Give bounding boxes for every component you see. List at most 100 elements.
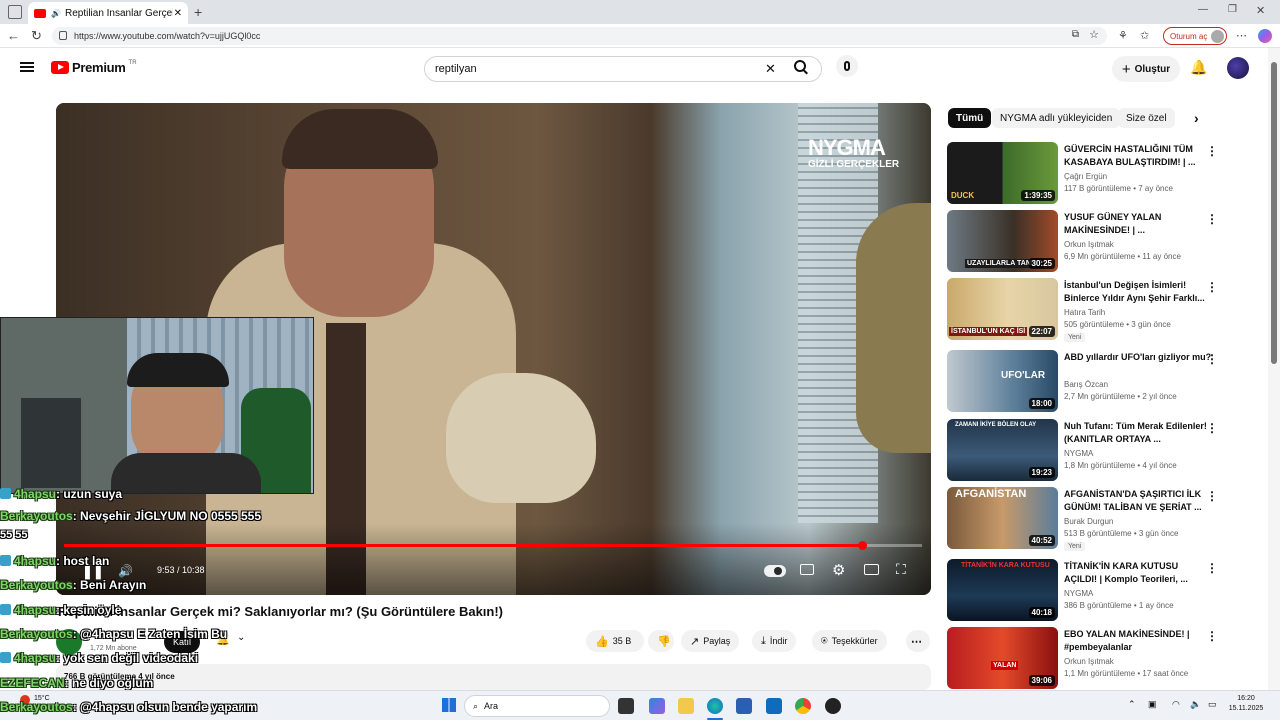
audio-playing-icon[interactable]: 🔊 [51, 9, 61, 18]
chip-uploader[interactable]: NYGMA adlı yükleyiciden [992, 108, 1121, 128]
recommendation-title[interactable]: TİTANİK'İN KARA KUTUSU AÇILDI! | Komplo … [1064, 560, 1212, 586]
recommendation-title[interactable]: ABD yıllardır UFO'ları gizliyor mu? [1064, 351, 1212, 364]
more-actions-icon[interactable]: ⋮ [1206, 280, 1218, 294]
chrome-icon[interactable] [795, 698, 811, 714]
recommendation-item[interactable]: UFO'LAR 18:00 ABD yıllardır UFO'ları giz… [947, 350, 1222, 414]
description-box[interactable]: 766 B görüntüleme 4 yıl önce [56, 664, 931, 690]
page-scrollbar[interactable] [1268, 48, 1280, 690]
fullscreen-icon[interactable]: ⛶ [896, 561, 906, 578]
more-actions-icon[interactable]: ⋮ [1206, 421, 1218, 435]
more-actions-icon[interactable]: ⋮ [1206, 212, 1218, 226]
recommendation-title[interactable]: EBO YALAN MAKİNESİNDE! | #pembeyalanlar [1064, 628, 1212, 654]
voice-search-icon[interactable] [836, 55, 858, 77]
recommendation-thumbnail[interactable]: UZAYLILARLA TANIŞT 30:25 [947, 210, 1058, 272]
more-actions-icon[interactable]: ⋮ [1206, 629, 1218, 643]
bookmark-star-icon[interactable]: ☆ [1089, 28, 1099, 41]
recommendation-title[interactable]: GÜVERCİN HASTALIĞINI TÜM KASABAYA BULAŞT… [1064, 143, 1212, 169]
obs-icon[interactable] [825, 698, 841, 714]
wifi-icon[interactable]: ◠ [1172, 699, 1180, 710]
app-install-icon[interactable]: ⧉ [1072, 29, 1079, 40]
recommendation-channel[interactable]: NYGMA [1064, 449, 1093, 458]
recommendation-title[interactable]: AFGANİSTAN'DA ŞAŞIRTICI İLK GÜNÜM! TALİB… [1064, 488, 1212, 514]
store-icon[interactable] [736, 698, 752, 714]
recommendation-item[interactable]: AFGANİSTAN 40:52 AFGANİSTAN'DA ŞAŞIRTICI… [947, 487, 1222, 551]
recommendation-title[interactable]: İstanbul'un Değişen İsimleri! Binlerce Y… [1064, 279, 1212, 305]
copilot-icon[interactable] [1258, 29, 1272, 43]
chip-for-you[interactable]: Size özel [1118, 108, 1175, 128]
autoplay-toggle[interactable] [764, 565, 786, 577]
clear-search-icon[interactable]: ✕ [765, 61, 776, 77]
recommendation-thumbnail[interactable]: İSTANBUL'UN KAÇ İSİ 22:07 [947, 278, 1058, 340]
site-info-icon[interactable] [59, 31, 67, 40]
more-actions-icon[interactable]: ⋮ [1206, 144, 1218, 158]
theater-mode-icon[interactable] [864, 564, 879, 575]
task-view-icon[interactable] [618, 698, 634, 714]
recommendation-thumbnail[interactable]: UFO'LAR 18:00 [947, 350, 1058, 412]
recommendation-thumbnail[interactable]: TİTANİK'İN KARA KUTUSU 40:18 [947, 559, 1058, 621]
start-windows-icon[interactable] [442, 698, 456, 712]
recommendation-title[interactable]: Nuh Tufanı: Tüm Merak Edilenler! (KANITL… [1064, 420, 1212, 446]
recommendation-item[interactable]: YALAN 39:06 EBO YALAN MAKİNESİNDE! | #pe… [947, 627, 1222, 691]
taskbar-search[interactable]: ⌕ Ara [464, 695, 610, 717]
recommendation-channel[interactable]: Orkun Işıtmak [1064, 657, 1114, 666]
subtitles-icon[interactable] [800, 564, 814, 575]
recommendation-thumbnail[interactable]: YALAN 39:06 [947, 627, 1058, 689]
recommendation-channel[interactable]: Orkun Işıtmak [1064, 240, 1114, 249]
progress-bar[interactable] [64, 541, 922, 550]
more-menu-icon[interactable]: ⋯ [1236, 29, 1247, 42]
progress-scrubber[interactable] [857, 541, 867, 550]
recommendation-channel[interactable]: Çağrı Ergün [1064, 172, 1107, 181]
recommendation-thumbnail[interactable]: AFGANİSTAN 40:52 [947, 487, 1058, 549]
recommendation-channel[interactable]: Burak Durgun [1064, 517, 1113, 526]
refresh-icon[interactable]: ↻ [31, 28, 42, 44]
minimize-icon[interactable]: — [1198, 4, 1208, 15]
create-button[interactable]: + Oluştur [1112, 56, 1180, 82]
recommendation-channel[interactable]: Barış Özcan [1064, 380, 1108, 389]
more-video-actions-button[interactable]: ⋯ [906, 630, 930, 652]
youtube-logo[interactable]: Premium TR [51, 60, 137, 75]
volume-icon[interactable]: 🔊 [118, 564, 133, 578]
mail-icon[interactable] [766, 698, 782, 714]
search-input[interactable]: reptilyan ✕ [424, 56, 822, 82]
recommendation-item[interactable]: İSTANBUL'UN KAÇ İSİ 22:07 İstanbul'un De… [947, 278, 1222, 342]
recommendation-channel[interactable]: NYGMA [1064, 589, 1093, 598]
more-actions-icon[interactable]: ⋮ [1206, 352, 1218, 366]
more-actions-icon[interactable]: ⋮ [1206, 489, 1218, 503]
share-button[interactable]: ↗ Paylaş [681, 630, 740, 652]
widgets-icon[interactable] [649, 698, 665, 714]
file-explorer-icon[interactable] [678, 698, 694, 714]
extensions-icon[interactable]: ⚘ [1118, 29, 1128, 42]
recommendation-item[interactable]: UZAYLILARLA TANIŞT 30:25 YUSUF GÜNEY YAL… [947, 210, 1222, 274]
new-tab-button[interactable]: + [194, 4, 202, 20]
recommendation-title[interactable]: YUSUF GÜNEY YALAN MAKİNESİNDE! | ... [1064, 211, 1212, 237]
recommendation-channel[interactable]: Hatıra Tarih [1064, 308, 1105, 317]
hamburger-menu-icon[interactable] [20, 62, 34, 64]
tray-overflow-chevron-icon[interactable]: ⌃ [1128, 699, 1136, 710]
tray-app-icon[interactable]: ▣ [1148, 699, 1157, 710]
scrollbar-thumb[interactable] [1271, 62, 1277, 364]
account-avatar[interactable] [1227, 57, 1249, 79]
maximize-icon[interactable]: ❐ [1228, 4, 1237, 15]
tab-close-icon[interactable]: ✕ [174, 8, 182, 19]
thanks-button[interactable]: ⍟ Teşekkürler [812, 630, 887, 652]
recommendation-item[interactable]: ZAMANI İKİYE BÖLEN OLAY 19:23 Nuh Tufanı… [947, 419, 1222, 483]
battery-icon[interactable]: ▭ [1208, 699, 1217, 710]
address-field[interactable]: https://www.youtube.com/watch?v=ujjUGQl0… [52, 27, 1107, 45]
profile-sign-in-button[interactable]: Oturum aç [1163, 27, 1227, 45]
back-icon[interactable]: ← [7, 28, 20, 43]
window-close-icon[interactable]: ✕ [1256, 4, 1265, 17]
tab-actions-icon[interactable] [8, 5, 22, 19]
chip-all[interactable]: Tümü [948, 108, 992, 128]
more-actions-icon[interactable]: ⋮ [1206, 561, 1218, 575]
like-button[interactable]: 👍 35 B [586, 630, 644, 652]
download-button[interactable]: ⤓ İndir [752, 630, 797, 652]
dislike-button[interactable]: 👎 [648, 630, 674, 652]
notifications-bell-icon[interactable]: 🔔 [1190, 59, 1207, 76]
speaker-icon[interactable]: 🔈 [1190, 699, 1201, 710]
taskbar-clock[interactable]: 16:20 15.11.2025 [1224, 694, 1268, 714]
favorites-icon[interactable]: ✩ [1140, 29, 1149, 42]
browser-tab-active[interactable]: 🔊 Reptilian İnsanlar Gerçek mi ✕ [28, 2, 188, 24]
recommendation-item[interactable]: TİTANİK'İN KARA KUTUSU 40:18 TİTANİK'İN … [947, 559, 1222, 623]
recommendation-thumbnail[interactable]: ZAMANI İKİYE BÖLEN OLAY 19:23 [947, 419, 1058, 481]
settings-gear-icon[interactable]: ⚙ [832, 561, 845, 579]
